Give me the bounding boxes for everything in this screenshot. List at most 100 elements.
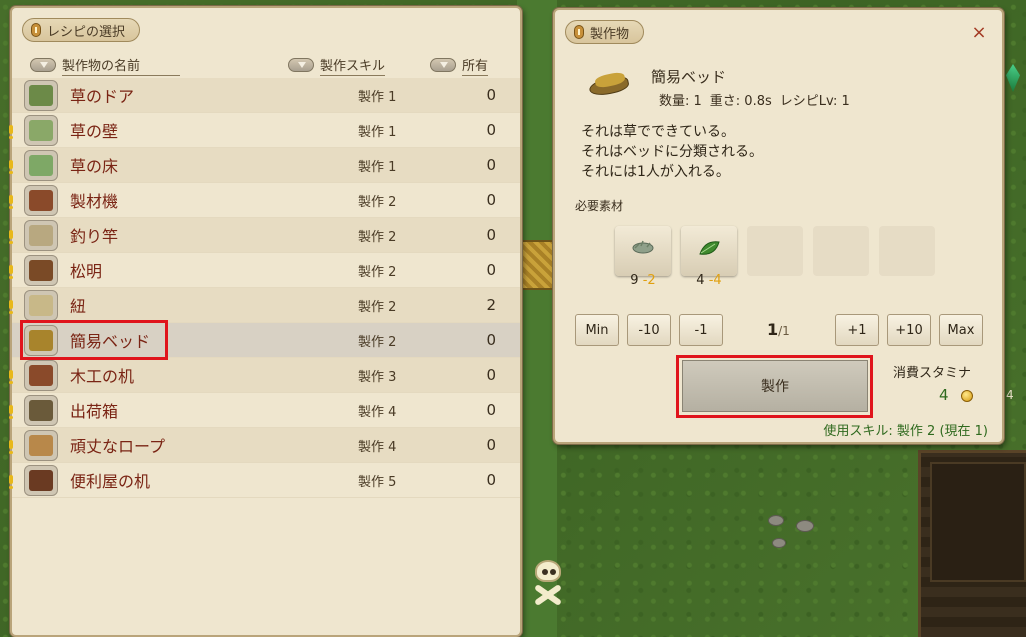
fishing-rod-icon: [24, 220, 58, 251]
product-meta: 数量: 1 重さ: 0.8s レシピLv: 1: [659, 90, 850, 109]
recipe-owned: 0: [486, 86, 496, 104]
recipe-list: 草のドア 製作 1 0 草の壁 製作 1 0 草の床 製作 1 0 製材機 製作 2 0 釣り竿 製作 2…: [9, 78, 520, 498]
recipe-owned: 0: [486, 226, 496, 244]
recipe-row[interactable]: 松明 製作 2 0: [9, 253, 520, 288]
sort-icon[interactable]: [288, 58, 314, 72]
description-line: それには1人が入れる。: [581, 164, 730, 180]
recipe-skill: 製作 4: [358, 404, 397, 420]
recipe-row[interactable]: 草のドア 製作 1 0: [12, 78, 520, 113]
recipe-name: 便利屋の机: [70, 472, 151, 491]
recipe-owned: 0: [486, 471, 496, 489]
recipe-name: 草のドア: [70, 87, 135, 106]
alert-icon: [8, 125, 14, 139]
green-gem-icon: [1006, 64, 1020, 92]
recipe-row[interactable]: 出荷箱 製作 4 0: [9, 393, 520, 428]
material-slot[interactable]: 9 -2: [615, 226, 671, 288]
recipe-row[interactable]: 頑丈なロープ 製作 4 0: [9, 428, 520, 463]
close-button[interactable]: ×: [970, 24, 988, 42]
empty-material-slot: [879, 226, 935, 276]
recipe-row[interactable]: 釣り竿 製作 2 0: [9, 218, 520, 253]
recipe-owned: 0: [486, 366, 496, 384]
skill-column-label: 製作スキル: [320, 55, 386, 76]
recipe-name: 木工の机: [70, 367, 135, 386]
recipe-selection-panel: レシピの選択 製作物の名前 製作スキル 所有 草のドア 製作 1 0 草の壁 製作 10…: [9, 6, 522, 637]
skill-column-header[interactable]: 製作スキル: [288, 54, 386, 76]
sort-icon[interactable]: [30, 58, 56, 72]
shed-interior: [930, 462, 1026, 582]
alert-icon: [8, 265, 14, 279]
grass-floor-icon: [24, 150, 58, 181]
quantity-display: 1/1: [767, 320, 790, 339]
string-icon: [24, 290, 58, 321]
recipe-row[interactable]: 製材機 製作 2 0: [9, 183, 520, 218]
current-quantity: 1: [767, 320, 779, 339]
empty-material-slot: [813, 226, 869, 276]
product-panel-title-tab: 製作物: [565, 20, 645, 44]
recipe-name: 草の床: [70, 157, 119, 176]
name-column-header[interactable]: 製作物の名前: [30, 54, 180, 76]
recipe-skill: 製作 2: [358, 299, 397, 315]
recipe-name: 松明: [70, 262, 103, 281]
recipe-owned: 0: [486, 436, 496, 454]
material-slot[interactable]: 4 -4: [681, 226, 737, 288]
pin-icon: [31, 23, 41, 37]
pin-icon: [574, 25, 584, 39]
simple-bed-icon: [585, 68, 633, 98]
sturdy-rope-icon: [24, 430, 58, 461]
grass-bundle-icon: [632, 240, 654, 254]
recipe-skill: 製作 2: [358, 334, 397, 350]
recipe-skill: 製作 3: [358, 369, 397, 385]
grass-wall-icon: [24, 115, 58, 146]
recipe-row[interactable]: 便利屋の机 製作 5 0: [9, 463, 520, 498]
recipe-skill: 製作 4: [358, 439, 397, 455]
recipe-owned: 0: [486, 156, 496, 174]
quantity-controls: Min -10 -1 1/1 +1 +10 Max: [575, 314, 985, 346]
minus-1-button[interactable]: -1: [679, 314, 723, 346]
selection-highlight-box: [20, 320, 168, 360]
recipe-row[interactable]: 草の床 製作 1 0: [9, 148, 520, 183]
material-count: 4 -4: [696, 273, 722, 288]
rock: [768, 515, 784, 526]
recipe-panel-title: レシピの選択: [47, 24, 126, 40]
skill-used-text: 使用スキル: 製作 2 (現在 1): [823, 424, 988, 439]
product-panel-title: 製作物: [590, 26, 630, 42]
material-slots: 9 -2 4 -4: [615, 226, 935, 288]
recipe-skill: 製作 1: [358, 89, 397, 105]
recipe-owned: 0: [486, 191, 496, 209]
plus-1-button[interactable]: +1: [835, 314, 879, 346]
product-detail-panel: 製作物 × 簡易ベッド 数量: 1 重さ: 0.8s レシピLv: 1 それは草…: [553, 8, 1004, 444]
recipe-name: 頑丈なロープ: [70, 437, 166, 456]
recipe-skill: 製作 2: [358, 229, 397, 245]
product-description: それは草でできている。 それはベッドに分類される。 それには1人が入れる。: [581, 122, 763, 182]
min-button[interactable]: Min: [575, 314, 619, 346]
recipe-skill: 製作 1: [358, 159, 397, 175]
handyman-desk-icon: [24, 465, 58, 496]
torch-icon: [24, 255, 58, 286]
owned-column-header[interactable]: 所有: [430, 54, 489, 76]
recipe-panel-title-tab: レシピの選択: [22, 18, 141, 42]
recipe-name: 製材機: [70, 192, 119, 211]
recipe-skill: 製作 2: [358, 194, 397, 210]
recipe-row[interactable]: 草の壁 製作 1 0: [9, 113, 520, 148]
alert-icon: [8, 370, 14, 384]
max-quantity: /1: [778, 324, 790, 338]
description-line: それはベッドに分類される。: [581, 144, 763, 160]
recipe-name: 釣り竿: [70, 227, 119, 246]
rock: [796, 520, 814, 532]
recipe-skill: 製作 1: [358, 124, 397, 140]
sawmill-icon: [24, 185, 58, 216]
sort-icon[interactable]: [430, 58, 456, 72]
max-button[interactable]: Max: [939, 314, 983, 346]
hay-block: [520, 240, 554, 290]
alert-icon: [8, 475, 14, 489]
recipe-skill: 製作 2: [358, 264, 397, 280]
product-name: 簡易ベッド: [651, 68, 727, 86]
plus-10-button[interactable]: +10: [887, 314, 931, 346]
name-column-label: 製作物の名前: [62, 55, 180, 76]
recipe-row[interactable]: 紐 製作 2 2: [9, 288, 520, 323]
recipe-row[interactable]: 木工の机 製作 3 0: [9, 358, 520, 393]
minus-10-button[interactable]: -10: [627, 314, 671, 346]
owned-column-label: 所有: [462, 55, 489, 76]
weight-text: 重さ: 0.8s: [709, 94, 772, 109]
alert-icon: [8, 195, 14, 209]
